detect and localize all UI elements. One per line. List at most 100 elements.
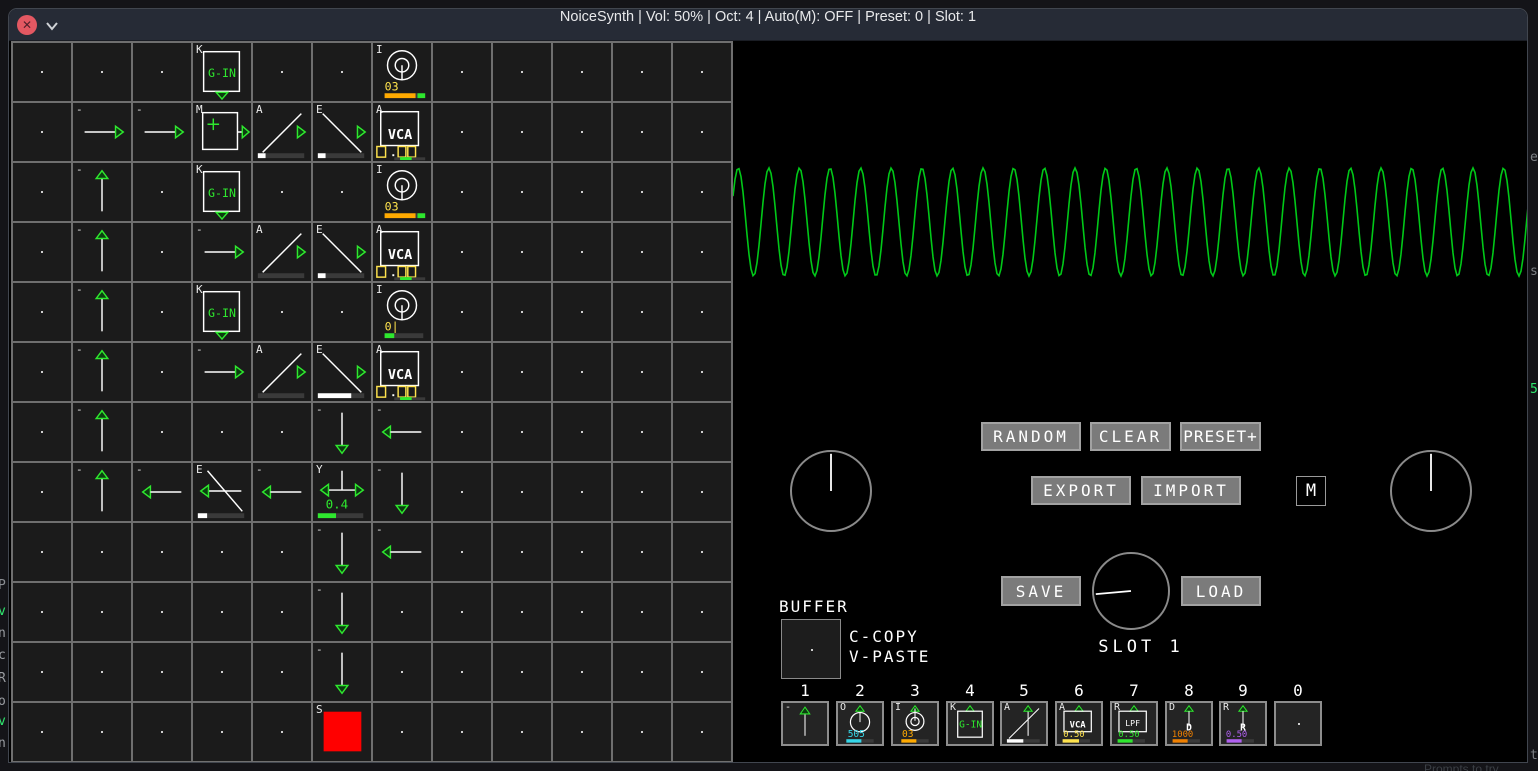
grid-cell[interactable] — [133, 223, 191, 281]
grid-cell[interactable]: KG-IN — [193, 283, 251, 341]
grid-cell[interactable] — [493, 343, 551, 401]
grid-cell[interactable] — [493, 283, 551, 341]
grid-cell[interactable] — [493, 583, 551, 641]
grid-cell[interactable]: - — [133, 463, 191, 521]
grid-cell[interactable] — [553, 523, 611, 581]
grid-cell[interactable] — [673, 283, 731, 341]
grid-cell[interactable]: - — [373, 463, 431, 521]
knob-right[interactable] — [1388, 448, 1474, 538]
grid-cell[interactable] — [613, 703, 671, 761]
grid-cell[interactable] — [613, 343, 671, 401]
palette-item-7[interactable]: RLPF0.50 — [1110, 701, 1158, 746]
palette-item-9[interactable]: RR0.50 — [1219, 701, 1267, 746]
grid-cell[interactable]: KG-IN — [193, 163, 251, 221]
palette-item-3[interactable]: I03 — [891, 701, 939, 746]
grid-cell[interactable]: - — [253, 463, 311, 521]
grid-cell[interactable] — [253, 523, 311, 581]
grid-cell[interactable] — [613, 463, 671, 521]
grid-cell[interactable] — [433, 643, 491, 701]
grid-cell[interactable]: - — [73, 103, 131, 161]
grid-cell[interactable] — [253, 163, 311, 221]
grid-cell[interactable] — [133, 283, 191, 341]
grid-cell[interactable]: A — [253, 343, 311, 401]
grid-cell[interactable] — [553, 343, 611, 401]
grid-cell[interactable] — [493, 703, 551, 761]
grid-cell[interactable] — [613, 283, 671, 341]
grid-cell[interactable] — [133, 523, 191, 581]
load-button[interactable]: LOAD — [1181, 576, 1261, 606]
grid-cell[interactable] — [613, 103, 671, 161]
grid-cell[interactable] — [433, 463, 491, 521]
grid-cell[interactable] — [613, 403, 671, 461]
grid-cell[interactable] — [13, 523, 71, 581]
grid-cell[interactable]: - — [73, 163, 131, 221]
grid-cell[interactable] — [433, 523, 491, 581]
grid-cell[interactable] — [613, 223, 671, 281]
grid-cell[interactable] — [133, 403, 191, 461]
grid-cell[interactable] — [193, 643, 251, 701]
grid-cell[interactable]: E — [313, 223, 371, 281]
grid-cell[interactable] — [673, 703, 731, 761]
grid-cell[interactable] — [433, 343, 491, 401]
grid-cell[interactable] — [433, 283, 491, 341]
grid-cell[interactable] — [13, 343, 71, 401]
grid-cell[interactable] — [433, 43, 491, 101]
grid-cell[interactable]: - — [193, 223, 251, 281]
grid-cell[interactable] — [673, 343, 731, 401]
grid-cell[interactable] — [13, 103, 71, 161]
grid-cell[interactable] — [553, 583, 611, 641]
buffer-cell[interactable] — [781, 619, 841, 679]
grid-cell[interactable] — [133, 643, 191, 701]
grid-cell[interactable] — [493, 43, 551, 101]
grid-cell[interactable] — [553, 703, 611, 761]
grid-cell[interactable] — [613, 523, 671, 581]
grid-cell[interactable] — [433, 403, 491, 461]
grid-cell[interactable] — [193, 583, 251, 641]
grid-cell[interactable] — [553, 463, 611, 521]
grid-cell[interactable] — [673, 103, 731, 161]
grid-cell[interactable] — [493, 643, 551, 701]
grid-cell[interactable] — [493, 223, 551, 281]
grid-cell[interactable] — [313, 43, 371, 101]
grid-cell[interactable] — [673, 163, 731, 221]
grid-cell[interactable] — [13, 643, 71, 701]
grid-cell[interactable]: A — [253, 103, 311, 161]
grid-cell[interactable] — [13, 583, 71, 641]
grid-cell[interactable]: I03 — [373, 43, 431, 101]
grid-cell[interactable] — [373, 703, 431, 761]
grid-cell[interactable] — [133, 583, 191, 641]
grid-cell[interactable] — [493, 463, 551, 521]
grid-cell[interactable] — [253, 703, 311, 761]
grid-cell[interactable]: - — [193, 343, 251, 401]
grid-cell[interactable]: E — [193, 463, 251, 521]
grid-cell[interactable]: E — [313, 343, 371, 401]
random-button[interactable]: RANDOM — [981, 422, 1081, 451]
grid-cell[interactable]: - — [313, 523, 371, 581]
grid-cell[interactable] — [253, 43, 311, 101]
grid-cell[interactable] — [13, 703, 71, 761]
grid-cell[interactable] — [313, 283, 371, 341]
grid-cell[interactable] — [133, 163, 191, 221]
grid-cell[interactable]: - — [133, 103, 191, 161]
grid-cell[interactable] — [553, 403, 611, 461]
preset-plus-button[interactable]: PRESET+ — [1180, 422, 1261, 451]
grid-cell[interactable] — [133, 343, 191, 401]
grid-cell[interactable] — [73, 523, 131, 581]
save-button[interactable]: SAVE — [1001, 576, 1081, 606]
grid-cell[interactable] — [493, 403, 551, 461]
clear-button[interactable]: CLEAR — [1090, 422, 1171, 451]
grid-cell[interactable] — [193, 403, 251, 461]
grid-cell[interactable] — [13, 223, 71, 281]
import-button[interactable]: IMPORT — [1141, 476, 1241, 505]
grid-cell[interactable] — [433, 703, 491, 761]
grid-cell[interactable]: A — [253, 223, 311, 281]
grid-cell[interactable] — [613, 163, 671, 221]
grid-cell[interactable] — [553, 643, 611, 701]
grid-cell[interactable] — [73, 703, 131, 761]
grid-cell[interactable]: AVCA — [373, 103, 431, 161]
knob-slot[interactable] — [1090, 550, 1172, 636]
grid-cell[interactable] — [253, 403, 311, 461]
grid-cell[interactable] — [193, 703, 251, 761]
grid-cell[interactable]: - — [73, 283, 131, 341]
grid-cell[interactable] — [73, 583, 131, 641]
